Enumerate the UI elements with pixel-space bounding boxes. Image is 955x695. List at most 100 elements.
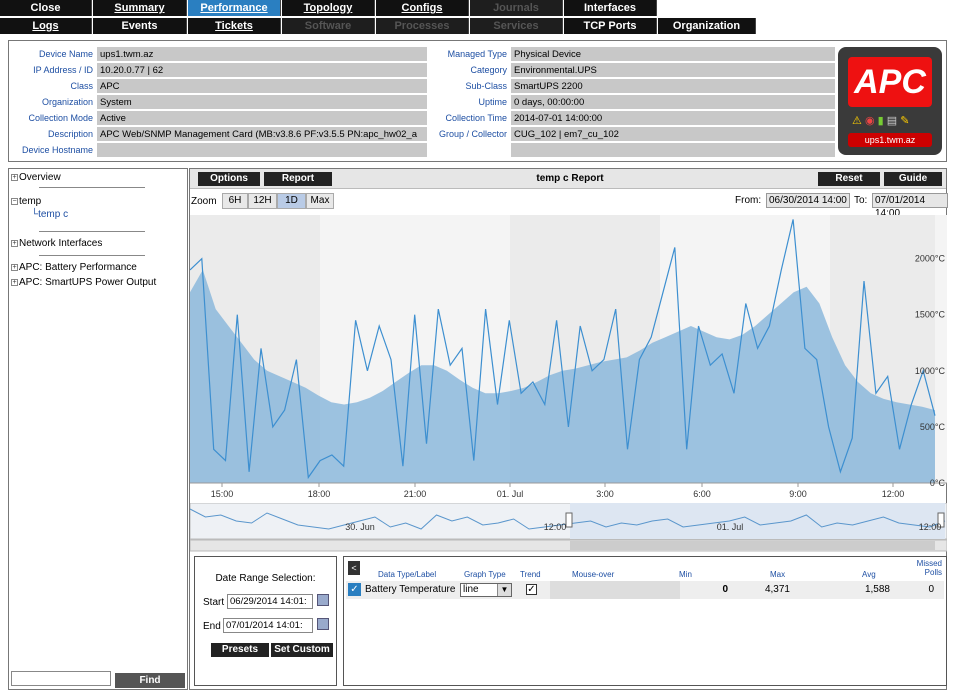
graph-type-select[interactable]: line ▼ — [460, 583, 512, 597]
missed-polls-value: 0 — [928, 584, 934, 595]
scrollbar-thumb[interactable] — [570, 541, 935, 550]
field-label: Class — [70, 81, 93, 91]
tree-item-overview[interactable]: + Overview — [11, 172, 61, 183]
field-value: APC Web/SNMP Management Card (MB:v3.8.6 … — [97, 127, 427, 142]
x-tick-label: 01. Jul — [497, 489, 524, 499]
wrench-icon: ✎ — [900, 115, 910, 127]
zoom-max-button[interactable]: Max — [306, 193, 334, 209]
navigator-selection[interactable] — [570, 503, 945, 539]
zoom-label: Zoom — [191, 196, 217, 207]
x-tick-label: 18:00 — [308, 489, 331, 499]
nav-performance-button[interactable]: Performance — [188, 0, 281, 16]
tree-item-temp[interactable]: − temp — [11, 196, 41, 207]
zoom-12h-button[interactable]: 12H — [248, 193, 277, 209]
top-nav: Close Summary Performance Topology Configs Jo… — [0, 0, 955, 36]
start-date-field[interactable]: 06/29/2014 14:01: — [227, 594, 313, 609]
to-date-field[interactable]: 07/01/2014 14:00 — [872, 193, 948, 219]
nav-events-button[interactable]: Events — [93, 18, 187, 34]
field-label: Device Hostname — [21, 145, 93, 155]
guide-button[interactable]: Guide — [884, 172, 942, 186]
nav-interfaces-button[interactable]: Interfaces — [564, 0, 657, 16]
nav-processes-button: Processes — [376, 18, 469, 34]
field-label: Group / Collector — [438, 129, 507, 139]
field-value: APC — [97, 79, 427, 94]
nav-journals-button: Journals — [470, 0, 563, 16]
trend-checkbox[interactable]: ✓ — [526, 584, 537, 595]
nav-tcp-ports-button[interactable]: TCP Ports — [564, 18, 657, 34]
temperature-chart[interactable]: 0°C 500°C 1000°C 1500°C 2000°C 15:00 18:00 21:0… — [190, 215, 947, 502]
nav-organization-button[interactable]: Organization — [658, 18, 756, 34]
zoom-6h-button[interactable]: 6H — [222, 193, 248, 209]
field-label: Device Name — [38, 49, 93, 59]
avg-value: 1,588 — [864, 584, 890, 595]
presets-button[interactable]: Presets — [211, 643, 269, 657]
divider — [39, 231, 145, 232]
y-tick-label: 1000°C — [915, 366, 946, 376]
field-label: Category — [470, 65, 507, 75]
lifebuoy-icon: ◉ — [864, 115, 875, 127]
series-table-panel: < Data Type/Label Graph Type Trend Mouse… — [343, 556, 947, 686]
field-value: ups1.twm.az — [97, 47, 427, 62]
x-tick-label: 15:00 — [211, 489, 234, 499]
report-button[interactable]: Report — [264, 172, 332, 186]
start-label: Start — [203, 597, 225, 608]
field-value: CUG_102 | em7_cu_102 — [511, 127, 835, 142]
field-value: 2014-07-01 14:00:00 — [511, 111, 835, 126]
tree-item-temp-c[interactable]: └temp c — [31, 209, 68, 220]
y-tick-label: 2000°C — [915, 254, 946, 264]
calendar-icon[interactable] — [317, 618, 329, 630]
field-value: Active — [97, 111, 427, 126]
nav-logs-button[interactable]: Logs — [0, 18, 92, 34]
reset-button[interactable]: Reset — [818, 172, 880, 186]
tree-item-battery-performance[interactable]: + APC: Battery Performance — [11, 262, 137, 273]
range-navigator[interactable]: 30. Jun 12:00 01. Jul 12:00 — [190, 503, 947, 553]
calendar-icon[interactable] — [317, 594, 329, 606]
field-label: Uptime — [478, 97, 507, 107]
warning-icon: ⚠ — [852, 115, 862, 127]
tree-item-smartups-power-output[interactable]: + APC: SmartUPS Power Output — [11, 277, 156, 288]
series-checkbox[interactable]: ✓ — [348, 583, 361, 596]
set-custom-button[interactable]: Set Custom — [271, 643, 333, 657]
navigator-left-handle[interactable] — [565, 512, 573, 528]
y-tick-label: 500°C — [920, 422, 946, 432]
field-label: Collection Time — [445, 113, 507, 123]
nav-summary-button[interactable]: Summary — [93, 0, 187, 16]
apc-logo: APC — [848, 57, 932, 107]
tree-label: temp c — [38, 209, 69, 220]
collapse-button[interactable]: < — [348, 561, 360, 575]
end-label: End — [203, 621, 221, 632]
nav-close-button[interactable]: Close — [0, 0, 92, 16]
tree-item-network-interfaces[interactable]: + Network Interfaces — [11, 238, 102, 249]
field-label: IP Address / ID — [33, 65, 93, 75]
tree-label: Network Interfaces — [19, 238, 103, 249]
find-button[interactable]: Find — [115, 673, 185, 688]
from-label: From: — [735, 195, 762, 206]
options-button[interactable]: Options — [198, 172, 260, 186]
x-tick-label: 3:00 — [596, 489, 614, 499]
nav-tickets-button[interactable]: Tickets — [188, 18, 281, 34]
report-title: temp c Report — [536, 173, 604, 184]
end-date-field[interactable]: 07/01/2014 14:01: — [223, 618, 313, 633]
field-label: Collection Mode — [28, 113, 93, 123]
tree-label: Overview — [19, 172, 61, 183]
field-value: 10.20.0.77 | 62 — [97, 63, 427, 78]
chevron-down-icon: ▼ — [497, 584, 511, 596]
nav-topology-button[interactable]: Topology — [282, 0, 375, 16]
tree-label: temp — [19, 196, 42, 207]
nav-configs-button[interactable]: Configs — [376, 0, 469, 16]
expand-icon: + — [11, 278, 18, 286]
nav-services-button: Services — [470, 18, 563, 34]
date-range-heading: Date Range Selection: — [215, 573, 316, 584]
field-value — [97, 143, 427, 158]
device-name-badge: ups1.twm.az — [848, 133, 932, 147]
zoom-1d-button[interactable]: 1D — [277, 193, 306, 209]
from-date-field[interactable]: 06/30/2014 14:00 — [766, 193, 850, 208]
printer-icon: ▤ — [886, 115, 898, 127]
find-input[interactable] — [11, 671, 111, 686]
navigation-tree: + Overview − temp └temp c + Network Interfa… — [8, 168, 188, 690]
header-missed-polls: Missed Polls — [916, 559, 942, 577]
field-value: 0 days, 00:00:00 — [511, 95, 835, 110]
tree-label: APC: SmartUPS Power Output — [19, 277, 157, 288]
tree-label: APC: Battery Performance — [19, 262, 137, 273]
x-tick-label: 6:00 — [693, 489, 711, 499]
